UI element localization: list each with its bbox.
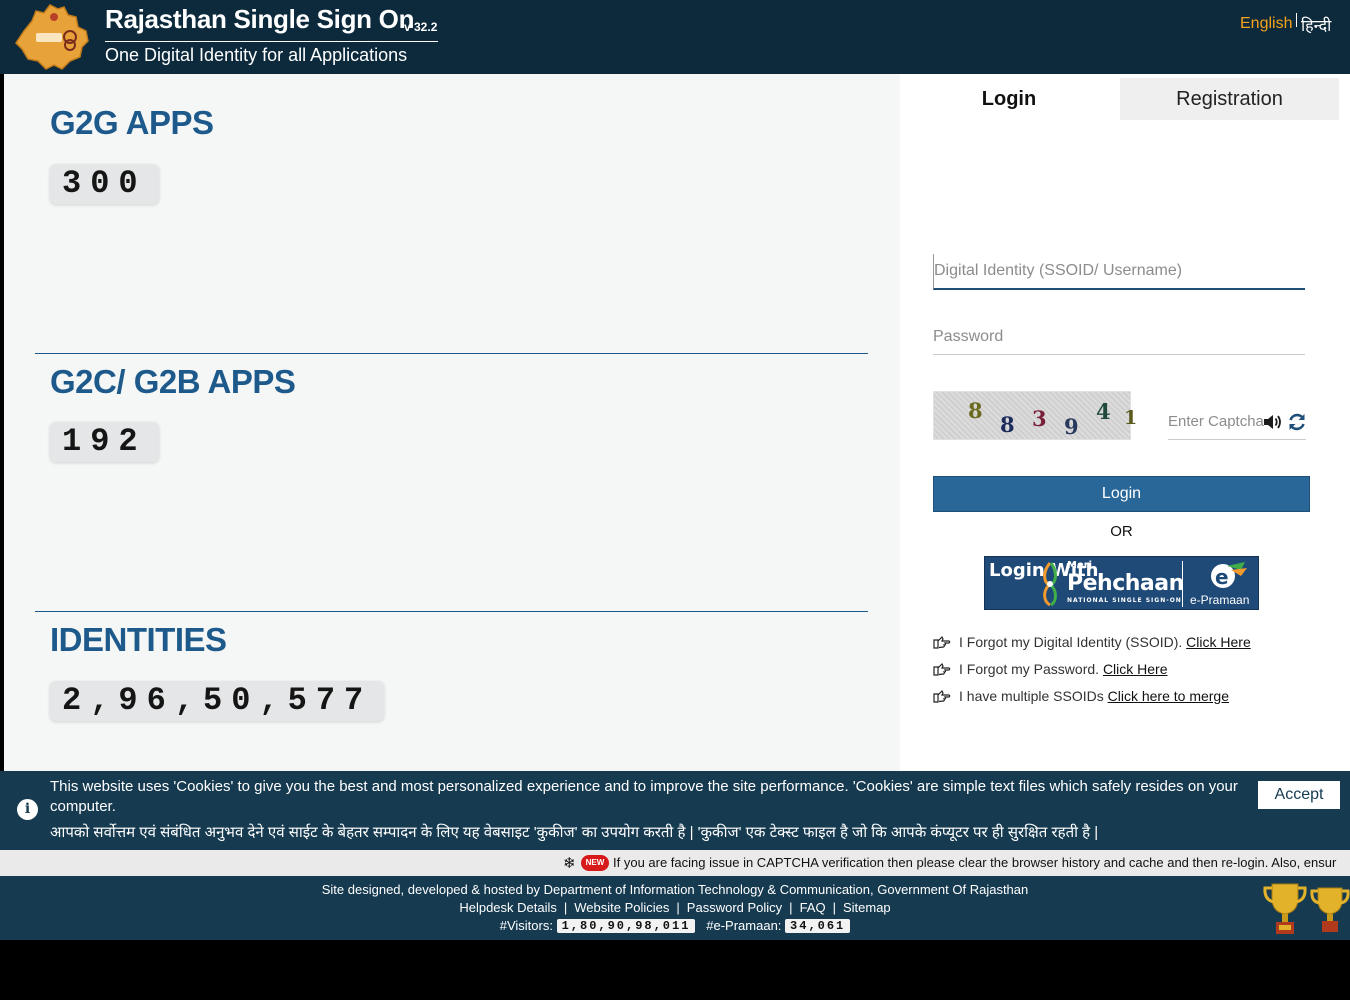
password-policy-link[interactable]: Password Policy [687, 900, 782, 915]
stats-panel: G2G APPS 300 G2C/ G2B APPS 192 IDENTITIE… [4, 74, 900, 774]
audio-captcha-icon[interactable] [1261, 411, 1283, 433]
epramaan-pehchaan-text: Pehchaan [1067, 571, 1184, 596]
cookie-message-english: This website uses 'Cookies' to give you … [50, 778, 1238, 815]
section-divider [35, 353, 868, 354]
rajasthan-sso-logo[interactable] [14, 3, 92, 71]
refresh-captcha-icon[interactable] [1286, 411, 1308, 433]
epramaan-counter: 34,061 [785, 919, 851, 933]
captcha-char: 8 [1000, 412, 1015, 437]
forgot-password-row: I Forgot my Password. Click Here [933, 661, 1168, 677]
award-trophy-icon [1310, 887, 1350, 932]
captcha-char: 3 [1032, 406, 1047, 431]
tab-registration[interactable]: Registration [1120, 78, 1339, 120]
g2g-apps-title: G2G APPS [50, 104, 214, 141]
link-separator: | [563, 900, 568, 915]
captcha-image: 8 8 3 9 4 1 [933, 391, 1137, 440]
info-icon: i [17, 799, 38, 820]
identities-title: IDENTITIES [50, 621, 227, 658]
epramaan-tagline-text: NATIONAL SINGLE SIGN-ON [1067, 597, 1182, 604]
merge-ssoid-link[interactable]: Click here to merge [1108, 688, 1229, 704]
sitemap-link[interactable]: Sitemap [843, 900, 891, 915]
forgot-ssoid-link[interactable]: Click Here [1186, 634, 1251, 650]
forgot-ssoid-text: I Forgot my Digital Identity (SSOID). [959, 634, 1187, 650]
tab-login[interactable]: Login [900, 78, 1118, 120]
login-panel: Login Registration 8 8 3 9 4 1 Login OR … [900, 74, 1350, 774]
forgot-password-text: I Forgot my Password. [959, 661, 1103, 677]
g2c-g2b-apps-title: G2C/ G2B APPS [50, 363, 296, 400]
visitors-label: #Visitors: [499, 918, 553, 933]
captcha-char: 9 [1064, 414, 1079, 439]
captcha-char: 4 [1096, 399, 1111, 424]
merge-ssoid-text: I have multiple SSOIDs [959, 688, 1108, 704]
merge-ssoid-row: I have multiple SSOIDs Click here to mer… [933, 688, 1229, 704]
accept-cookies-button[interactable]: Accept [1258, 781, 1340, 809]
epramaan-meri-text: Meri [1067, 560, 1093, 571]
svg-text:e: e [1215, 565, 1229, 589]
epramaan-logo-icon: e [1211, 562, 1247, 589]
app-version: v 32.2 [404, 20, 438, 34]
g2g-apps-counter: 300 [50, 164, 159, 204]
app-subtitle: One Digital Identity for all Application… [105, 45, 408, 65]
cookie-message-hindi: आपको सर्वोत्तम एवं संबंधित अनुभव देने एव… [50, 824, 1099, 841]
pointing-hand-icon [933, 635, 951, 649]
forgot-ssoid-row: I Forgot my Digital Identity (SSOID). Cl… [933, 634, 1251, 650]
award-trophy-icon [1263, 883, 1307, 934]
footer-links: Helpdesk Details | Website Policies | Passwo… [0, 900, 1350, 915]
language-separator [1296, 13, 1297, 27]
footer-counters: #Visitors: 1,80,90,98,011 #e-Pramaan: 34… [0, 918, 1350, 933]
link-separator: | [676, 900, 680, 915]
snowflake-icon: ❄ [563, 855, 576, 872]
identities-counter: 2,96,50,577 [50, 681, 385, 721]
footer-credit: Site designed, developed & hosted by Dep… [321, 882, 1029, 897]
faq-link[interactable]: FAQ [800, 900, 826, 915]
password-input[interactable] [933, 319, 1305, 355]
language-hindi-link[interactable]: हिन्दी [1301, 14, 1331, 36]
website-policies-link[interactable]: Website Policies [574, 900, 669, 915]
epramaan-brand-text: e-Pramaan [1190, 593, 1250, 607]
language-english-link[interactable]: English [1240, 15, 1292, 33]
pointing-hand-icon [933, 689, 951, 703]
visitors-counter: 1,80,90,98,011 [556, 919, 696, 933]
forgot-password-link[interactable]: Click Here [1103, 661, 1168, 677]
or-separator: OR [1110, 523, 1133, 540]
pointing-hand-icon [933, 662, 951, 676]
helpdesk-details-link[interactable]: Helpdesk Details [459, 900, 557, 915]
ticker-text: If you are facing issue in CAPTCHA verif… [613, 855, 1337, 870]
link-separator: | [832, 900, 836, 915]
app-title: Rajasthan Single Sign On [105, 4, 415, 34]
ssoid-input[interactable] [933, 254, 1305, 290]
section-divider [35, 611, 868, 612]
title-underline [105, 41, 438, 42]
footer: Site designed, developed & hosted by Dep… [0, 876, 1350, 940]
captcha-char: 1 [1124, 407, 1138, 429]
cookie-banner: i This website uses 'Cookies' to give yo… [0, 771, 1350, 850]
captcha-char: 8 [968, 398, 983, 423]
epramaan-login-button[interactable]: Login With Meri Pehchaan NATIONAL SINGLE… [984, 556, 1259, 610]
login-button[interactable]: Login [933, 476, 1310, 512]
epramaan-divider [1182, 561, 1183, 607]
tricolor-figure-icon [1043, 562, 1057, 607]
header: Rajasthan Single Sign On v 32.2 One Digi… [0, 0, 1350, 74]
g2c-g2b-apps-counter: 192 [50, 422, 159, 462]
new-badge: NEW [581, 855, 609, 871]
link-separator: | [789, 900, 793, 915]
epramaan-count-label: #e-Pramaan: [706, 918, 782, 933]
notice-ticker: ❄ NEW If you are facing issue in CAPTCHA… [0, 850, 1350, 876]
page: Rajasthan Single Sign On v 32.2 One Digi… [0, 0, 1350, 1000]
